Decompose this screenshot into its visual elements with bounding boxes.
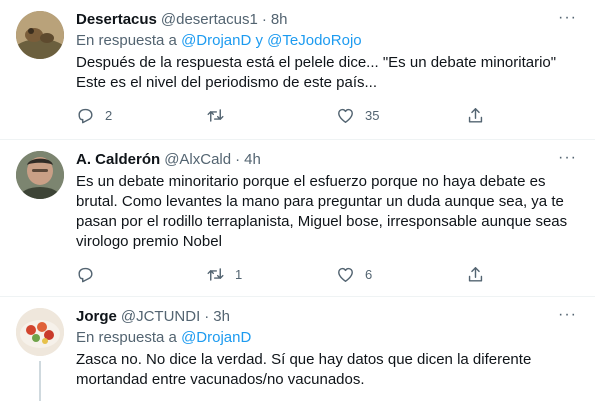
- avatar[interactable]: [16, 308, 64, 356]
- reply-prefix: En respuesta a: [76, 32, 177, 49]
- share-button[interactable]: [466, 265, 485, 284]
- share-icon: [468, 107, 483, 123]
- avatar-image: [16, 11, 64, 59]
- retweet-icon: [207, 108, 224, 122]
- like-icon: [338, 267, 353, 282]
- tweet-text: Después de la respuesta está el pelele d…: [76, 54, 557, 91]
- retweet-count: 1: [235, 266, 243, 282]
- user-handle[interactable]: @JCTUNDI: [121, 307, 200, 327]
- separator: ·: [235, 151, 241, 168]
- reply-button[interactable]: 2: [76, 106, 206, 125]
- like-count: 6: [365, 266, 373, 282]
- like-button[interactable]: 6: [336, 265, 466, 284]
- timestamp[interactable]: 8h: [271, 10, 288, 30]
- mention-link[interactable]: @DrojanD: [181, 32, 251, 49]
- retweet-icon: [207, 267, 224, 281]
- tweet[interactable]: A. Calderón @AlxCald · 4h ··· Es un deba…: [0, 140, 595, 297]
- avatar-image: [16, 151, 64, 199]
- more-options-icon[interactable]: ···: [558, 307, 577, 323]
- avatar-image: [16, 308, 64, 356]
- share-button[interactable]: [466, 106, 485, 125]
- tweet[interactable]: Jorge @JCTUNDI · 3h ··· En respuesta a @…: [0, 297, 595, 402]
- avatar[interactable]: [16, 11, 64, 59]
- user-handle[interactable]: @AlxCald: [164, 150, 231, 170]
- separator: ·: [261, 11, 267, 28]
- like-count: 35: [365, 107, 380, 123]
- display-name[interactable]: Jorge: [76, 307, 117, 327]
- reply-button[interactable]: [76, 265, 206, 284]
- display-name[interactable]: Desertacus: [76, 10, 157, 30]
- share-icon: [468, 266, 483, 282]
- tweet-actions: 2 35: [76, 99, 579, 131]
- more-options-icon[interactable]: ···: [558, 150, 577, 166]
- user-handle[interactable]: @desertacus1: [161, 10, 258, 30]
- retweet-button[interactable]: [206, 106, 336, 125]
- reply-to-line: En respuesta a @DrojanD: [76, 328, 579, 348]
- reply-to-line: En respuesta a @DrojanD y @TeJodoRojo: [76, 31, 579, 51]
- like-icon: [338, 108, 353, 123]
- tweet[interactable]: Desertacus @desertacus1 · 8h ··· En resp…: [0, 0, 595, 140]
- tweet-text: Es un debate minoritario porque el esfue…: [76, 173, 568, 250]
- reply-prefix: En respuesta a: [76, 329, 177, 346]
- reply-count: 2: [105, 107, 113, 123]
- thread-line: [39, 361, 41, 401]
- tweet-text: Zasca no. No dice la verdad. Sí que hay …: [76, 351, 532, 388]
- mention-link[interactable]: @DrojanD: [181, 329, 251, 346]
- timestamp[interactable]: 3h: [213, 307, 230, 327]
- mention-link[interactable]: @TeJodoRojo: [267, 32, 361, 49]
- retweet-button[interactable]: 1: [206, 265, 336, 284]
- more-options-icon[interactable]: ···: [558, 10, 577, 26]
- display-name[interactable]: A. Calderón: [76, 150, 160, 170]
- tweet-actions: 1 6: [76, 258, 579, 290]
- reply-conjunction: y: [255, 32, 264, 49]
- reply-icon: [78, 108, 93, 123]
- avatar[interactable]: [16, 151, 64, 199]
- timestamp[interactable]: 4h: [244, 150, 261, 170]
- separator: ·: [204, 308, 210, 325]
- like-button[interactable]: 35: [336, 106, 466, 125]
- reply-icon: [78, 267, 93, 282]
